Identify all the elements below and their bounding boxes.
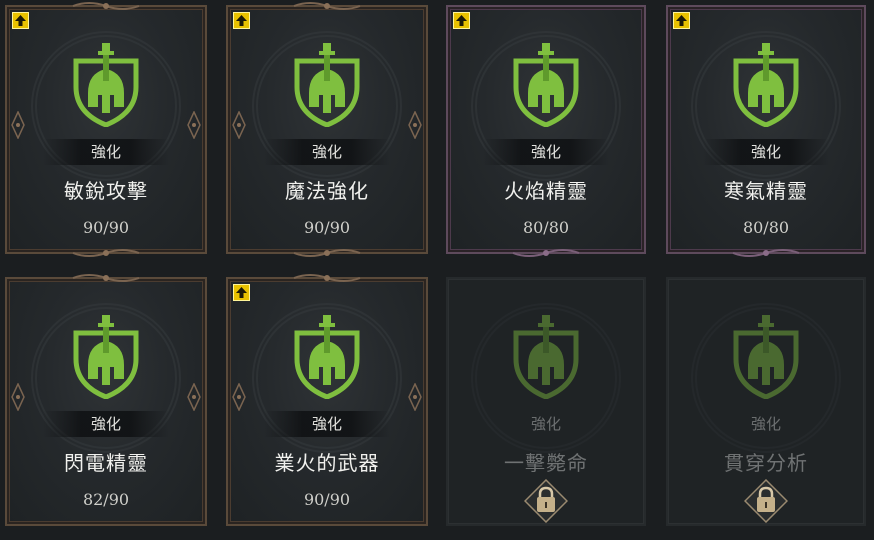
- frame-side-ornament: [187, 111, 201, 139]
- upgrade-arrow-icon: [233, 284, 250, 301]
- frame-side-ornament: [232, 111, 246, 139]
- skill-type-label: 強化: [750, 143, 781, 161]
- helmet-sword-shield-icon: [294, 43, 360, 127]
- skill-type-label: 強化: [311, 415, 342, 433]
- frame-side-ornament: [11, 383, 25, 411]
- upgrade-arrow-icon: [673, 12, 690, 29]
- skill-card-hellfire-weapon[interactable]: 強化 業火的武器 90/90: [226, 274, 428, 526]
- skill-progress-count: 80/80: [522, 218, 570, 237]
- frame-side-ornament: [408, 111, 422, 139]
- helmet-sword-shield-icon: [513, 43, 579, 127]
- skill-progress-count: 90/90: [82, 218, 130, 237]
- skill-progress-count: 82/90: [82, 490, 130, 509]
- helmet-sword-shield-icon: [513, 315, 579, 399]
- skill-type-label: 強化: [90, 143, 121, 161]
- lock-icon: [744, 479, 788, 523]
- upgrade-arrow-icon: [12, 12, 29, 29]
- upgrade-arrow-icon: [453, 12, 470, 29]
- frame-bottom-ornament: [293, 249, 361, 257]
- skill-card-frost-spirit[interactable]: 強化 寒氣精靈 80/80: [666, 5, 866, 257]
- frame-side-ornament: [187, 383, 201, 411]
- skill-card-piercing-analysis[interactable]: 強化 貫穿分析: [666, 277, 866, 526]
- helmet-sword-shield-icon: [733, 315, 799, 399]
- skill-progress-count: 90/90: [303, 490, 351, 509]
- frame-bottom-ornament: [732, 249, 800, 257]
- skill-name: 貫穿分析: [724, 451, 808, 475]
- skill-card-grid: 強化 敏銳攻擊 90/90 強化 魔法強化 90/90 強化 火焰精靈 80/8…: [0, 0, 874, 540]
- frame-top-ornament: [293, 274, 361, 282]
- skill-progress-count: 90/90: [303, 218, 351, 237]
- skill-name: 敏銳攻擊: [64, 179, 148, 203]
- skill-type-label: 強化: [311, 143, 342, 161]
- helmet-sword-shield-icon: [733, 43, 799, 127]
- frame-side-ornament: [11, 111, 25, 139]
- helmet-sword-shield-icon: [294, 315, 360, 399]
- skill-name: 閃電精靈: [64, 451, 148, 475]
- frame-side-ornament: [408, 383, 422, 411]
- frame-bottom-ornament: [512, 249, 580, 257]
- skill-name: 火焰精靈: [504, 179, 588, 203]
- lock-icon: [524, 479, 568, 523]
- frame-top-ornament: [293, 2, 361, 10]
- frame-side-ornament: [232, 383, 246, 411]
- skill-card-lightning-spirit[interactable]: 強化 閃電精靈 82/90: [5, 274, 207, 526]
- skill-type-label: 強化: [90, 415, 121, 433]
- skill-type-label: 強化: [530, 143, 561, 161]
- frame-top-ornament: [72, 2, 140, 10]
- frame-bottom-ornament: [72, 249, 140, 257]
- skill-name: 魔法強化: [285, 179, 369, 203]
- skill-card-one-hit-kill[interactable]: 強化 一擊斃命: [446, 277, 646, 526]
- skill-progress-count: 80/80: [742, 218, 790, 237]
- skill-card-fire-spirit[interactable]: 強化 火焰精靈 80/80: [446, 5, 646, 257]
- skill-name: 寒氣精靈: [724, 179, 808, 203]
- skill-type-label: 強化: [750, 415, 781, 433]
- helmet-sword-shield-icon: [73, 315, 139, 399]
- skill-name: 一擊斃命: [504, 451, 588, 475]
- helmet-sword-shield-icon: [73, 43, 139, 127]
- skill-type-label: 強化: [530, 415, 561, 433]
- skill-card-magic-enhance[interactable]: 強化 魔法強化 90/90: [226, 2, 428, 257]
- skill-name: 業火的武器: [274, 451, 380, 475]
- upgrade-arrow-icon: [233, 12, 250, 29]
- frame-top-ornament: [72, 274, 140, 282]
- skill-card-keen-attack[interactable]: 強化 敏銳攻擊 90/90: [5, 2, 207, 257]
